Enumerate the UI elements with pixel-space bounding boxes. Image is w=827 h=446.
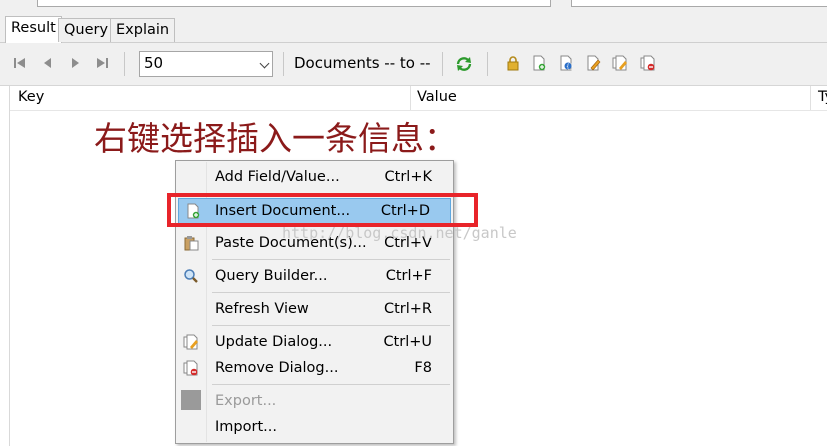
toolbar: 50 Documents -- to -- {} bbox=[0, 43, 827, 86]
grid-border bbox=[9, 86, 10, 446]
tab-result[interactable]: Result bbox=[5, 16, 62, 43]
export-icon bbox=[181, 390, 201, 410]
column-value[interactable]: Value bbox=[417, 89, 457, 105]
menu-item-label: Add Field/Value... bbox=[215, 169, 340, 185]
previous-page-icon[interactable] bbox=[40, 55, 56, 71]
menu-item-shortcut: Ctrl+K bbox=[384, 169, 432, 185]
chevron-down-icon bbox=[259, 58, 270, 69]
upper-field-right[interactable] bbox=[571, 0, 827, 7]
lock-icon[interactable] bbox=[505, 55, 521, 71]
page-size-select[interactable]: 50 bbox=[139, 51, 273, 77]
refresh-icon[interactable] bbox=[455, 55, 472, 71]
edit-document-icon[interactable] bbox=[585, 55, 601, 71]
toolbar-separator bbox=[124, 52, 125, 76]
menu-item-shortcut: Ctrl+F bbox=[385, 268, 432, 284]
svg-text:{}: {} bbox=[566, 64, 574, 71]
menu-item-add-field[interactable]: Add Field/Value... Ctrl+K bbox=[177, 163, 452, 191]
menu-item-label: Import... bbox=[215, 419, 277, 435]
menu-item-refresh-view[interactable]: Refresh View Ctrl+R bbox=[177, 295, 452, 323]
menu-item-query-builder[interactable]: Query Builder... Ctrl+F bbox=[177, 262, 452, 290]
menu-item-shortcut: Ctrl+U bbox=[383, 334, 432, 350]
toolbar-separator bbox=[487, 52, 488, 76]
next-page-icon[interactable] bbox=[67, 55, 83, 71]
menu-item-label: Update Dialog... bbox=[215, 334, 333, 350]
column-divider[interactable] bbox=[810, 86, 811, 110]
menu-separator bbox=[212, 384, 450, 385]
tab-explain[interactable]: Explain bbox=[110, 18, 176, 42]
toolbar-separator bbox=[442, 52, 443, 76]
magnifier-icon bbox=[183, 268, 199, 284]
results-grid-header: Key Value Ty bbox=[10, 86, 827, 111]
tab-query[interactable]: Query bbox=[58, 18, 115, 42]
menu-item-update-dialog[interactable]: Update Dialog... Ctrl+U bbox=[177, 328, 452, 356]
menu-separator bbox=[212, 325, 450, 326]
page-size-value: 50 bbox=[144, 54, 164, 72]
remove-documents-icon bbox=[183, 360, 199, 376]
edit-json-icon[interactable]: {} bbox=[558, 55, 574, 71]
menu-item-export[interactable]: Export... bbox=[177, 387, 452, 415]
paste-icon bbox=[183, 235, 199, 251]
menu-item-label: Remove Dialog... bbox=[215, 360, 339, 376]
menu-separator bbox=[212, 292, 450, 293]
menu-item-label: Refresh View bbox=[215, 301, 309, 317]
column-divider[interactable] bbox=[410, 86, 411, 110]
column-key[interactable]: Key bbox=[18, 89, 44, 105]
top-strip bbox=[0, 0, 827, 14]
upper-field[interactable] bbox=[37, 0, 551, 7]
menu-item-label: Query Builder... bbox=[215, 268, 328, 284]
update-documents-icon[interactable] bbox=[612, 55, 628, 71]
menu-item-import[interactable]: Import... bbox=[177, 413, 452, 441]
documents-range: Documents -- to -- bbox=[294, 54, 431, 72]
annotation-text: 右键选择插入一条信息： bbox=[94, 119, 457, 158]
last-page-icon[interactable] bbox=[94, 55, 110, 71]
toolbar-separator bbox=[283, 52, 284, 76]
menu-item-remove-dialog[interactable]: Remove Dialog... F8 bbox=[177, 354, 452, 382]
tab-bar: Result Query Explain bbox=[0, 14, 827, 43]
remove-documents-icon[interactable] bbox=[640, 55, 656, 71]
update-documents-icon bbox=[183, 334, 199, 350]
column-type[interactable]: Ty bbox=[818, 89, 827, 105]
menu-item-label: Export... bbox=[215, 393, 277, 409]
menu-item-shortcut: Ctrl+R bbox=[383, 301, 432, 317]
first-page-icon[interactable] bbox=[12, 55, 28, 71]
highlight-callout-box bbox=[167, 193, 478, 227]
insert-document-icon[interactable] bbox=[531, 55, 547, 71]
menu-separator bbox=[212, 259, 450, 260]
menu-item-shortcut: F8 bbox=[414, 360, 432, 376]
